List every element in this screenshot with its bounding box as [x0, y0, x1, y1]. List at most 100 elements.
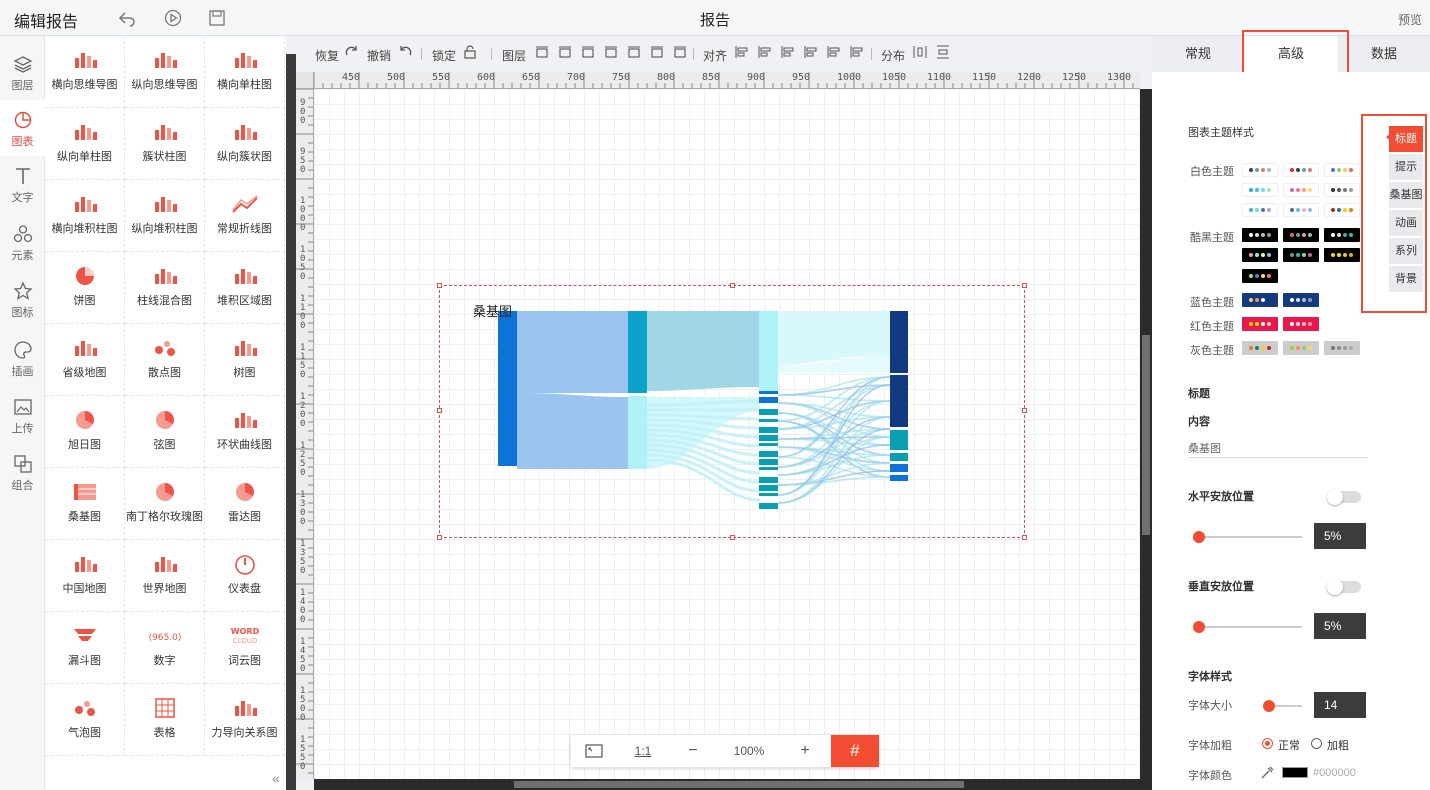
chart-type-cluster-v[interactable]: 纵向簇状图 [205, 108, 285, 180]
theme-swatch[interactable] [1242, 203, 1278, 217]
resize-handle-tr[interactable] [1022, 283, 1027, 288]
theme-swatch[interactable] [1324, 341, 1360, 355]
nav-item-star[interactable]: 图标 [0, 271, 45, 327]
theme-swatch[interactable] [1324, 203, 1360, 217]
theme-swatch[interactable] [1242, 269, 1278, 283]
chart-type-chord[interactable]: 弦图 [125, 396, 205, 468]
chart-type-bubble[interactable]: 气泡图 [45, 684, 125, 756]
font-weight-bold-radio[interactable] [1311, 738, 1322, 749]
chart-type-mindmap-v[interactable]: 纵向思维导图 [125, 36, 205, 108]
align-right-icon[interactable] [780, 44, 796, 63]
chart-type-sunburst[interactable]: 旭日图 [45, 396, 125, 468]
chart-type-tree[interactable]: 树图 [205, 324, 285, 396]
align-bottom-layer-icon[interactable] [603, 44, 619, 63]
chart-type-china-map[interactable]: 中国地图 [45, 540, 125, 612]
theme-swatch[interactable] [1242, 183, 1278, 197]
align-top-icon[interactable] [580, 44, 596, 63]
theme-swatch[interactable] [1324, 183, 1360, 197]
chart-type-stack-h[interactable]: 横向堆积柱图 [45, 180, 125, 252]
theme-swatch[interactable] [1283, 248, 1319, 262]
undo-icon[interactable] [118, 9, 136, 27]
chart-type-gauge[interactable]: 仪表盘 [205, 540, 285, 612]
copy-layer-icon[interactable] [672, 44, 688, 63]
h-position-toggle[interactable] [1327, 489, 1361, 505]
collapse-panel-icon[interactable]: « [272, 770, 280, 786]
theme-swatch[interactable] [1242, 293, 1278, 307]
canvas-scrollbar-horizontal[interactable] [314, 779, 1152, 790]
chart-type-sankey[interactable]: 桑基图 [45, 468, 125, 540]
lock-button[interactable]: 锁定 [432, 47, 456, 64]
theme-swatch[interactable] [1283, 341, 1319, 355]
nav-item-palette[interactable]: 插画 [0, 330, 45, 386]
theme-swatch[interactable] [1324, 163, 1360, 177]
theme-swatch[interactable] [1283, 293, 1319, 307]
chart-type-number[interactable]: (965.0) 数字 [125, 612, 205, 684]
one-to-one-button[interactable]: 1:1 [625, 735, 661, 767]
theme-swatch[interactable] [1242, 248, 1278, 262]
align-center-h-icon[interactable] [757, 44, 773, 63]
preview-button[interactable]: 预览 [1398, 11, 1422, 28]
theme-swatch[interactable] [1283, 228, 1319, 242]
chart-type-radar[interactable]: 雷达图 [205, 468, 285, 540]
font-size-value[interactable]: 14 [1314, 692, 1366, 718]
palette-scrollbar[interactable] [286, 54, 296, 790]
canvas-scrollbar-vertical[interactable] [1140, 89, 1152, 779]
theme-swatch[interactable] [1283, 317, 1319, 331]
chart-type-mindmap-h[interactable]: 横向思维导图 [45, 36, 125, 108]
resize-handle-t[interactable] [730, 283, 735, 288]
align-middle-v-icon[interactable] [826, 44, 842, 63]
undo-small-icon[interactable] [397, 44, 413, 63]
move-bottom-icon[interactable] [626, 44, 642, 63]
chart-type-line[interactable]: 常规折线图 [205, 180, 285, 252]
play-icon[interactable] [164, 9, 182, 27]
grid-toggle-button[interactable]: # [831, 735, 879, 767]
zoom-out-button[interactable]: − [669, 735, 717, 767]
tab-general[interactable]: 常规 [1152, 36, 1244, 72]
delete-layer-icon[interactable] [649, 44, 665, 63]
eyedropper-icon[interactable] [1260, 766, 1274, 783]
chart-type-rose[interactable]: 南丁格尔玫瑰图 [125, 468, 205, 540]
sankey-chart[interactable] [490, 305, 920, 520]
chart-type-stack-v[interactable]: 纵向堆积柱图 [125, 180, 205, 252]
chart-type-force-graph[interactable]: 力导向关系图 [205, 684, 285, 756]
theme-swatch[interactable] [1242, 163, 1278, 177]
distribute-horizontal-icon[interactable] [912, 44, 928, 63]
resize-handle-b[interactable] [730, 535, 735, 540]
chart-type-bar-line[interactable]: 柱线混合图 [125, 252, 205, 324]
nav-item-chart-pie[interactable]: 图表 [0, 100, 45, 156]
align-top-edge-icon[interactable] [803, 44, 819, 63]
h-position-slider[interactable] [1193, 531, 1302, 543]
resize-handle-br[interactable] [1022, 535, 1027, 540]
chart-type-table[interactable]: 表格 [125, 684, 205, 756]
nav-item-group[interactable]: 组合 [0, 444, 45, 500]
send-backward-icon[interactable] [557, 44, 573, 63]
save-icon[interactable] [208, 9, 226, 27]
chart-type-area[interactable]: 堆积区域图 [205, 252, 285, 324]
nav-item-text[interactable]: 文字 [0, 156, 45, 212]
chart-type-ring-curve[interactable]: 环状曲线图 [205, 396, 285, 468]
nav-item-upload-image[interactable]: 上传 [0, 387, 45, 443]
theme-swatch[interactable] [1283, 163, 1319, 177]
chart-type-funnel[interactable]: 漏斗图 [45, 612, 125, 684]
chart-type-world-map[interactable]: 世界地图 [125, 540, 205, 612]
bring-forward-icon[interactable] [534, 44, 550, 63]
chart-type-bar-h[interactable]: 横向单柱图 [205, 36, 285, 108]
resize-handle-r[interactable] [1022, 408, 1027, 413]
v-position-slider[interactable] [1193, 621, 1302, 633]
redo-icon[interactable] [344, 44, 360, 63]
zoom-in-button[interactable]: + [781, 735, 829, 767]
resize-handle-tl[interactable] [437, 283, 442, 288]
lock-icon[interactable] [462, 44, 478, 63]
align-bottom-edge-icon[interactable] [849, 44, 865, 63]
chart-type-wordcloud[interactable]: WORD CLOUD 词云图 [205, 612, 285, 684]
chart-type-scatter[interactable]: 散点图 [125, 324, 205, 396]
resize-handle-l[interactable] [437, 408, 442, 413]
chart-type-bar-v-single[interactable]: 纵向单柱图 [45, 108, 125, 180]
fit-screen-button[interactable] [571, 735, 617, 767]
theme-swatch[interactable] [1242, 317, 1278, 331]
font-weight-normal-radio[interactable] [1262, 738, 1273, 749]
theme-swatch[interactable] [1324, 248, 1360, 262]
chart-type-pie[interactable]: 饼图 [45, 252, 125, 324]
h-position-value[interactable]: 5% [1314, 523, 1366, 549]
theme-swatch[interactable] [1283, 183, 1319, 197]
